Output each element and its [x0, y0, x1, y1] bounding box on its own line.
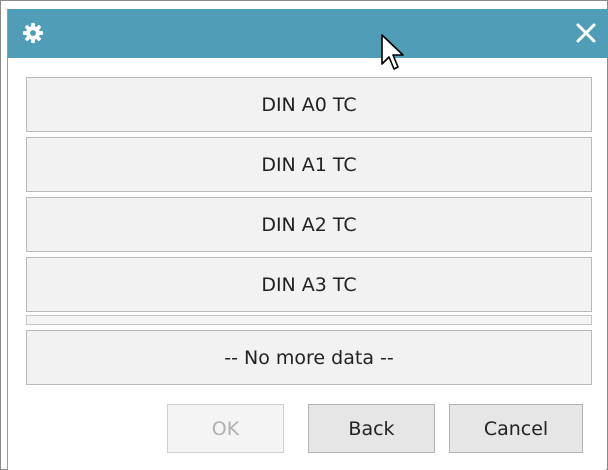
- list-item-din-a2-tc[interactable]: DIN A2 TC: [26, 197, 592, 252]
- list-item-label: DIN A3 TC: [261, 273, 357, 296]
- ok-button-label: OK: [211, 417, 240, 440]
- list-item-label: DIN A0 TC: [261, 93, 357, 116]
- list-item-label: DIN A2 TC: [261, 213, 357, 236]
- list-item-label: DIN A1 TC: [261, 153, 357, 176]
- no-more-data-label: -- No more data --: [224, 346, 394, 369]
- list-item-no-more-data: -- No more data --: [26, 330, 592, 385]
- list-item-din-a0-tc[interactable]: DIN A0 TC: [26, 77, 592, 132]
- list-item-din-a1-tc[interactable]: DIN A1 TC: [26, 137, 592, 192]
- list-item-din-a3-tc[interactable]: DIN A3 TC: [26, 257, 592, 312]
- list-separator: [26, 315, 592, 325]
- cancel-button-label: Cancel: [483, 417, 549, 440]
- close-icon[interactable]: [573, 20, 599, 46]
- ok-button[interactable]: OK: [167, 404, 284, 453]
- paper-format-dialog: DIN A0 TC DIN A1 TC DIN A2 TC DIN A3 TC …: [7, 9, 607, 470]
- cancel-button[interactable]: Cancel: [449, 404, 583, 453]
- back-button[interactable]: Back: [308, 404, 435, 453]
- back-button-label: Back: [348, 417, 395, 440]
- gear-icon: [22, 22, 44, 44]
- dialog-titlebar[interactable]: [8, 9, 607, 58]
